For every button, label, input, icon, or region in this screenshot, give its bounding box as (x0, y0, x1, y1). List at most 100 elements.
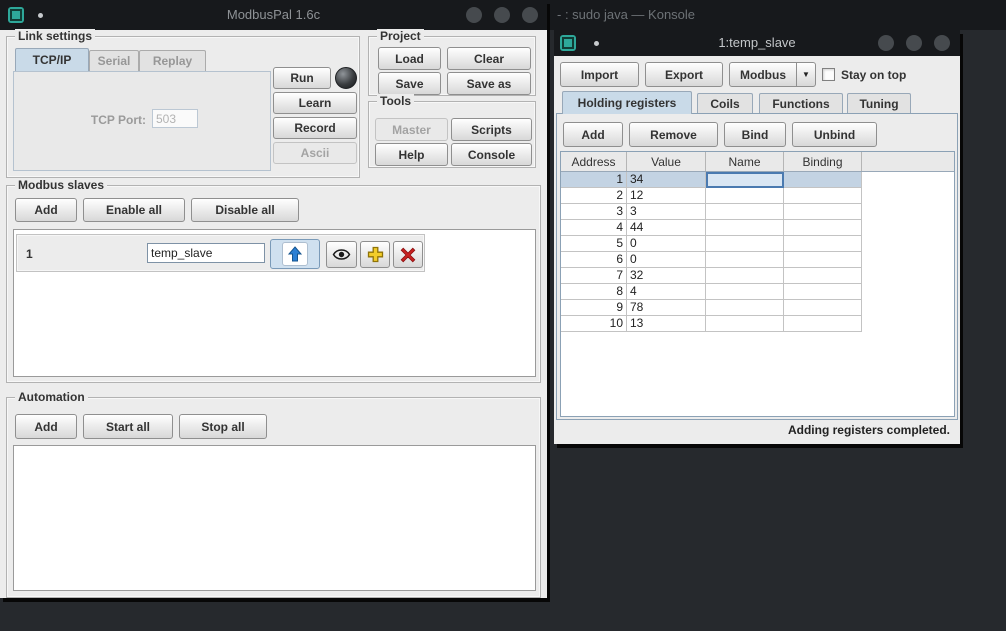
slave-minimize-button[interactable] (878, 35, 894, 51)
console-button[interactable]: Console (451, 143, 532, 166)
tab-holding-registers[interactable]: Holding registers (562, 91, 692, 114)
table-cell-name[interactable] (706, 268, 784, 284)
slave-maximize-button[interactable] (906, 35, 922, 51)
ascii-button[interactable]: Ascii (273, 142, 357, 164)
export-button[interactable]: Export (645, 62, 723, 87)
modbuspal-titlebar[interactable]: ModbusPal 1.6c (0, 0, 547, 30)
close-button[interactable] (522, 7, 538, 23)
tab-coils[interactable]: Coils (697, 93, 753, 114)
table-cell-value[interactable]: 13 (627, 316, 706, 332)
table-cell-binding[interactable] (784, 172, 862, 188)
table-cell-address[interactable]: 5 (561, 236, 627, 252)
table-cell-binding[interactable] (784, 236, 862, 252)
table-cell-address[interactable]: 4 (561, 220, 627, 236)
table-cell-value[interactable]: 78 (627, 300, 706, 316)
table-cell-value[interactable]: 34 (627, 172, 706, 188)
remove-register-button[interactable]: Remove (629, 122, 718, 147)
learn-button[interactable]: Learn (273, 92, 357, 114)
table-cell-name[interactable] (706, 316, 784, 332)
table-cell-value[interactable]: 4 (627, 284, 706, 300)
minimize-button[interactable] (466, 7, 482, 23)
table-row[interactable]: 732 (561, 268, 954, 284)
table-cell-address[interactable]: 10 (561, 316, 627, 332)
add-register-button[interactable]: Add (563, 122, 623, 147)
table-cell-binding[interactable] (784, 220, 862, 236)
view-slave-button[interactable] (326, 241, 357, 268)
clear-button[interactable]: Clear (447, 47, 531, 70)
table-row[interactable]: 134 (561, 172, 954, 188)
master-button[interactable]: Master (375, 118, 448, 141)
table-cell-binding[interactable] (784, 268, 862, 284)
table-row[interactable]: 84 (561, 284, 954, 300)
disable-all-button[interactable]: Disable all (191, 198, 299, 222)
delete-slave-button[interactable] (393, 241, 423, 268)
table-row[interactable]: 1013 (561, 316, 954, 332)
slave-name-input[interactable] (147, 243, 265, 263)
slave-close-button[interactable] (934, 35, 950, 51)
table-cell-name[interactable] (706, 204, 784, 220)
add-automation-button[interactable]: Add (15, 414, 77, 439)
table-cell-binding[interactable] (784, 188, 862, 204)
table-cell-value[interactable]: 32 (627, 268, 706, 284)
maximize-button[interactable] (494, 7, 510, 23)
enable-all-button[interactable]: Enable all (83, 198, 185, 222)
scripts-button[interactable]: Scripts (451, 118, 532, 141)
duplicate-slave-button[interactable] (360, 241, 390, 268)
table-cell-address[interactable]: 3 (561, 204, 627, 220)
table-cell-binding[interactable] (784, 316, 862, 332)
tab-tuning[interactable]: Tuning (847, 93, 911, 114)
table-row[interactable]: 444 (561, 220, 954, 236)
table-cell-name[interactable] (706, 188, 784, 204)
table-cell-binding[interactable] (784, 284, 862, 300)
table-row[interactable]: 33 (561, 204, 954, 220)
tab-replay[interactable]: Replay (139, 50, 206, 71)
table-cell-address[interactable]: 6 (561, 252, 627, 268)
load-button[interactable]: Load (378, 47, 441, 70)
import-button[interactable]: Import (560, 62, 639, 87)
table-cell-value[interactable]: 12 (627, 188, 706, 204)
table-cell-address[interactable]: 1 (561, 172, 627, 188)
table-cell-name[interactable] (706, 172, 784, 188)
table-cell-value[interactable]: 0 (627, 252, 706, 268)
column-header-name[interactable]: Name (706, 152, 784, 171)
table-row[interactable]: 60 (561, 252, 954, 268)
table-cell-address[interactable]: 2 (561, 188, 627, 204)
stay-on-top-checkbox[interactable] (822, 68, 835, 81)
table-cell-address[interactable]: 9 (561, 300, 627, 316)
table-cell-name[interactable] (706, 236, 784, 252)
table-cell-address[interactable]: 8 (561, 284, 627, 300)
tab-tcpip[interactable]: TCP/IP (15, 48, 89, 71)
add-slave-button[interactable]: Add (15, 198, 77, 222)
table-cell-name[interactable] (706, 220, 784, 236)
table-cell-binding[interactable] (784, 204, 862, 220)
table-cell-binding[interactable] (784, 300, 862, 316)
bind-button[interactable]: Bind (724, 122, 786, 147)
column-header-binding[interactable]: Binding (784, 152, 862, 171)
help-button[interactable]: Help (375, 143, 448, 166)
column-header-address[interactable]: Address (561, 152, 627, 171)
table-cell-binding[interactable] (784, 252, 862, 268)
table-cell-value[interactable]: 3 (627, 204, 706, 220)
slave-titlebar[interactable]: 1:temp_slave (554, 30, 960, 56)
unbind-button[interactable]: Unbind (792, 122, 877, 147)
record-button[interactable]: Record (273, 117, 357, 139)
table-cell-value[interactable]: 44 (627, 220, 706, 236)
table-cell-address[interactable]: 7 (561, 268, 627, 284)
save-as-button[interactable]: Save as (447, 72, 531, 95)
table-cell-value[interactable]: 0 (627, 236, 706, 252)
tcp-port-input[interactable] (152, 109, 198, 128)
column-header-value[interactable]: Value (627, 152, 706, 171)
table-cell-name[interactable] (706, 284, 784, 300)
table-cell-name[interactable] (706, 252, 784, 268)
modbus-dropdown[interactable]: Modbus ▼ (729, 62, 816, 87)
table-row[interactable]: 50 (561, 236, 954, 252)
save-button[interactable]: Save (378, 72, 441, 95)
stop-all-button[interactable]: Stop all (179, 414, 267, 439)
enable-slave-button[interactable] (270, 239, 320, 269)
table-row[interactable]: 212 (561, 188, 954, 204)
start-all-button[interactable]: Start all (83, 414, 173, 439)
run-button[interactable]: Run (273, 67, 331, 89)
table-cell-name[interactable] (706, 300, 784, 316)
tab-functions[interactable]: Functions (759, 93, 843, 114)
table-row[interactable]: 978 (561, 300, 954, 316)
